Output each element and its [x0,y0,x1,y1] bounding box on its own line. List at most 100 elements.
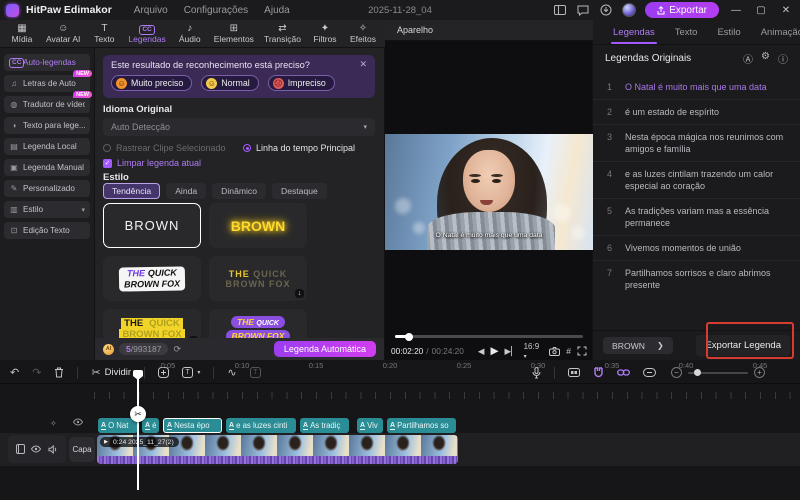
style-card-glow[interactable]: BROWN [209,203,307,248]
caption-clip[interactable]: AViv [357,418,383,433]
redo-icon[interactable]: ↷ [32,366,41,379]
legenda-automatica-button[interactable]: Legenda Automática [274,341,376,357]
window-maximize-button[interactable]: ▢ [753,5,769,16]
prev-frame-button[interactable]: ◀ [478,346,485,357]
tab-animacao[interactable]: Animação [751,20,800,44]
tab-dinamico[interactable]: Dinâmico [212,183,266,199]
grid-icon[interactable]: # [566,346,571,356]
layout-panels-icon[interactable] [553,3,567,17]
track-mute-icon[interactable] [48,445,58,454]
language-dropdown[interactable]: Auto Detecção ▾ [103,118,375,136]
playhead-scissors-icon[interactable]: ✂ [130,406,146,422]
sidebar-edicao-texto[interactable]: ⊡Edição Texto [4,222,90,239]
caption-track-eye-icon[interactable] [73,418,83,426]
auto-ripple-icon[interactable] [643,368,656,377]
feedback-impreciso-button[interactable]: ☹Impreciso [268,75,335,91]
download-icon[interactable] [599,3,613,17]
delete-trash-icon[interactable] [54,367,64,378]
caption-list-item[interactable]: 1O Natal é muito mais que uma data [593,75,800,100]
feedback-muito-preciso-button[interactable]: ☺Muito preciso [111,75,192,91]
caption-list-item[interactable]: 6Vivemos momentos de união [593,236,800,261]
ribbon-legendas[interactable]: CCLegendas [128,23,165,44]
current-style-button[interactable]: BROWN❯ [603,337,673,354]
snapshot-icon[interactable] [549,347,560,356]
text-tool-dropdown[interactable]: T▾ [182,367,200,378]
export-button[interactable]: Exportar [645,2,719,18]
tab-destaque[interactable]: Destaque [272,183,327,199]
seek-bar[interactable] [395,335,583,338]
menu-ajuda[interactable]: Ajuda [264,5,290,16]
settings-gear-icon[interactable]: ⚙ [761,51,770,66]
caption-clip[interactable]: Ae as luzes cinti [226,418,296,433]
caption-track-options-icon[interactable]: ✧ [50,419,57,428]
timeline-playhead[interactable]: ✂ [137,370,139,490]
undo-icon[interactable]: ↶ [10,366,19,379]
style-card-plain[interactable]: BROWN [103,203,201,248]
sidebar-estilo[interactable]: ▥Estilo▾ [4,201,90,218]
menu-arquivo[interactable]: Arquivo [134,5,168,16]
caption-clip[interactable]: APartilhamos so [387,418,456,433]
sidebar-personalizado[interactable]: ✎Personalizado [4,180,90,197]
ribbon-transicao[interactable]: ⇄Transição [264,23,301,44]
tab-texto[interactable]: Texto [665,20,708,44]
caption-clip[interactable]: AAs tradiç [300,418,349,433]
tab-tendencia[interactable]: Tendência [103,183,160,199]
checkbox-limpar-legenda[interactable]: ✓ Limpar legenda atual [103,158,201,168]
sidebar-texto-para-legenda[interactable]: ◑Texto para lege... [4,117,90,134]
sidebar-auto-legendas[interactable]: CCAuto-legendas [4,54,90,71]
zoom-slider-knob[interactable] [694,369,701,376]
refresh-icon[interactable]: ⟳ [173,344,181,355]
ribbon-audio[interactable]: ♪Áudio [176,23,204,44]
ribbon-filtros[interactable]: ✦Filtros [311,23,339,44]
sidebar-tradutor-de-video[interactable]: ◍Tradutor de vídeoNEW [4,96,90,113]
window-minimize-button[interactable]: — [728,5,744,16]
film-track-icon[interactable] [16,444,25,454]
feedback-bubble-icon[interactable] [576,3,590,17]
exportar-legenda-button[interactable]: Exportar Legenda [696,335,790,356]
preview-tab-aparelho[interactable]: Aparelho [385,20,593,41]
track-eye-icon[interactable] [31,445,41,453]
capa-cover-button[interactable]: Capa [69,437,95,462]
sidebar-legenda-manual[interactable]: ▣Legenda Manual [4,159,90,176]
caption-clip[interactable]: AO Nat [98,418,138,433]
style-card-whitebox[interactable]: THE QUICKBROWN FOX [103,256,201,301]
menu-configuracoes[interactable]: Configurações [184,5,248,16]
tab-legendas[interactable]: Legendas [603,20,665,44]
info-icon[interactable]: ⓘ [778,51,788,66]
caption-list-item[interactable]: 4e as luzes cintilam trazendo um calor e… [593,162,800,199]
ribbon-texto[interactable]: TTexto [90,23,118,44]
magnet-snap-icon[interactable] [593,367,604,378]
caption-clip-selected[interactable]: ANesta épo [163,418,222,433]
translate-icon[interactable]: Ⓐ [743,51,753,66]
timeline-ruler[interactable] [75,384,800,400]
sidebar-letras-de-auto[interactable]: ♫Letras de AutoNEW [4,75,90,92]
caption-clip[interactable]: Aé [142,418,159,433]
caption-list-item[interactable]: 2é um estado de espírito [593,100,800,125]
seek-knob[interactable] [405,333,413,341]
next-frame-button[interactable]: ▶▏ [505,346,518,357]
fullscreen-icon[interactable] [577,346,587,356]
video-clip[interactable]: ▶ 0:24 2025_11_27(2) [97,435,458,464]
feedback-normal-button[interactable]: ☺Normal [201,75,258,91]
caption-list-item[interactable]: 3Nesta época mágica nos reunimos com ami… [593,125,800,162]
close-icon[interactable]: ✕ [359,59,367,70]
caption-list-item[interactable]: 5As tradições variam mas a essência perm… [593,199,800,236]
ribbon-elementos[interactable]: ⊞Elementos [214,23,254,44]
aspect-ratio-select[interactable]: 16:9 ▾ [524,342,544,360]
radio-linha-do-tempo[interactable]: Linha do tempo Principal [243,143,355,153]
preview-clip-icon[interactable] [568,368,580,377]
radio-rastrear-clipe[interactable]: Rastrear Clipe Selecionado [103,143,226,153]
ribbon-midia[interactable]: ▦Mídia [8,23,36,44]
play-button[interactable]: ▶ [490,345,498,357]
sidebar-legenda-local[interactable]: ▤Legenda Local [4,138,90,155]
tab-ainda[interactable]: Ainda [166,183,206,199]
user-avatar[interactable] [622,3,636,17]
zoom-slider[interactable] [688,372,748,374]
split-tool[interactable]: ✂Dividir [91,366,131,379]
window-close-button[interactable]: ✕ [778,5,794,16]
ribbon-efeitos[interactable]: ✧Efeitos [349,23,377,44]
caption-list-item[interactable]: 7Partilhamos sorrisos e claro abrimos pr… [593,261,800,297]
tab-estilo[interactable]: Estilo [707,20,750,44]
style-card-dim[interactable]: THE QUICKBROWN FOX ↓ [209,256,307,301]
ribbon-avatar-ai[interactable]: ☺Avatar AI [46,23,80,44]
